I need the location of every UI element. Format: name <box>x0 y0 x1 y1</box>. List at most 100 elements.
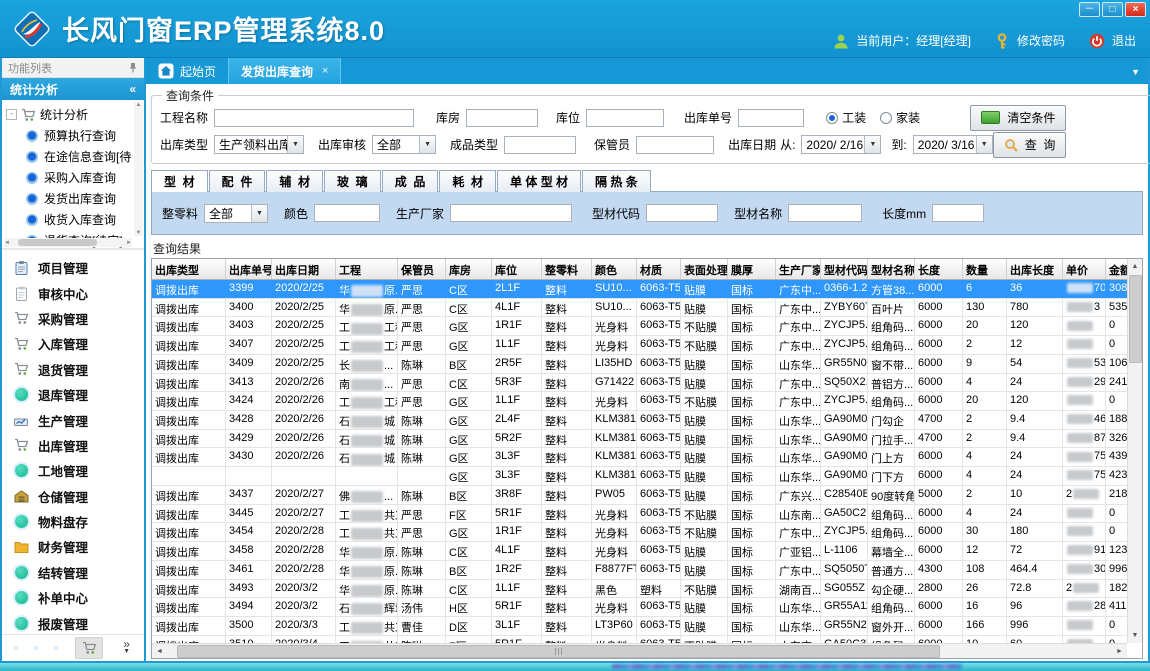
scroll-right-icon[interactable]: ► <box>1112 644 1127 659</box>
tab-list-dropdown-icon[interactable]: ▼ <box>1131 67 1140 77</box>
sidebar-item-出库管理[interactable]: 出库管理 <box>2 433 144 458</box>
sidebar-item-采购管理[interactable]: 采购管理 <box>2 306 144 331</box>
material-tab-隔热条[interactable]: 隔 热 条 <box>582 170 651 192</box>
material-tab-单体型材[interactable]: 单 体 型 材 <box>497 170 581 192</box>
table-row[interactable]: 调拨出库34002020/2/25华原...严思C区4L1F整料SU10...6… <box>152 299 1127 318</box>
horizontal-scroll-thumb[interactable] <box>177 645 940 658</box>
sidebar-item-审核中心[interactable]: 审核中心 <box>2 280 144 305</box>
clear-conditions-button[interactable]: 清空条件 <box>970 105 1066 131</box>
length-input[interactable] <box>932 204 984 222</box>
tree-horizontal-scrollbar[interactable]: ◄► <box>4 238 132 247</box>
horizontal-scrollbar[interactable]: ◄ ► <box>152 643 1127 658</box>
table-row[interactable]: 调拨出库33992020/2/25华原...严思C区2L1F整料SU10...6… <box>152 280 1127 299</box>
material-tab-成品[interactable]: 成 品 <box>382 170 439 192</box>
table-row[interactable]: 调拨出库34302020/2/26石城陈琳G区3L3F整料KLM38176063… <box>152 448 1127 467</box>
minimize-button[interactable]: － <box>1079 2 1100 17</box>
scroll-down-icon[interactable]: ▼ <box>1128 628 1143 643</box>
close-button[interactable]: × <box>1125 2 1146 17</box>
table-row[interactable]: 调拨出库34072020/2/25工工程严思G区1L1F整料光身料6063-T5… <box>152 336 1127 355</box>
keeper-input[interactable] <box>636 136 714 154</box>
dropdown-arrow-icon[interactable]: ▼ <box>287 136 303 153</box>
column-header-生产厂家[interactable]: 生产厂家 <box>776 259 821 279</box>
vertical-scrollbar[interactable]: ▲ ▼ <box>1127 259 1142 643</box>
table-row[interactable]: 调拨出库34242020/2/26工工程严思G区1L1F整料光身料6063-T5… <box>152 392 1127 411</box>
tree-item[interactable]: 预算执行查询 <box>6 125 132 146</box>
table-row[interactable]: 调拨出库34582020/2/28华原...陈琳C区4L1F整料光身料6063-… <box>152 542 1127 561</box>
tab-shipping-query[interactable]: 发货出库查询 × <box>228 58 341 84</box>
table-row[interactable]: 调拨出库34132020/2/26南...严思C区5R3F整料G71422606… <box>152 374 1127 393</box>
dropdown-arrow-icon[interactable]: ▼ <box>251 205 267 222</box>
date-to-picker[interactable]: 2020/ 3/16▼ <box>913 135 993 154</box>
whole-part-select[interactable]: 全部▼ <box>204 204 268 223</box>
color-input[interactable] <box>314 204 380 222</box>
pin-icon[interactable] <box>128 62 138 73</box>
column-header-库位[interactable]: 库位 <box>492 259 542 279</box>
table-row[interactable]: 调拨出库34032020/2/25工工程严思G区1R1F整料光身料6063-T5… <box>152 317 1127 336</box>
tree-root-statistics[interactable]: - 统计分析 <box>6 104 132 125</box>
scroll-left-icon[interactable]: ◄ <box>152 644 167 659</box>
sidebar-item-仓储管理[interactable]: 仓储管理 <box>2 484 144 509</box>
radio-gongzhuang[interactable] <box>826 112 838 124</box>
tab-home[interactable]: 起始页 <box>146 58 228 84</box>
chevron-double-icon[interactable]: »▼ <box>123 640 130 656</box>
table-row[interactable]: G区3L3F整料KLM38176063-T5贴膜国标山东华...GA90M09.… <box>152 467 1127 486</box>
material-tab-型材[interactable]: 型 材 <box>151 170 208 192</box>
table-row[interactable]: 调拨出库34942020/3/2石辉城汤伟H区5R1F整料光身料6063-T5贴… <box>152 598 1127 617</box>
sidebar-item-工地管理[interactable]: 工地管理 <box>2 458 144 483</box>
dropdown-arrow-icon[interactable]: ▼ <box>976 136 992 153</box>
change-password-link[interactable]: 修改密码 <box>1017 32 1065 49</box>
vertical-scroll-thumb[interactable] <box>1129 275 1142 363</box>
sidebar-item-补单中心[interactable]: 补单中心 <box>2 585 144 610</box>
cart-button-icon[interactable] <box>75 637 103 659</box>
column-header-单价[interactable]: 单价 <box>1063 259 1106 279</box>
project-name-input[interactable] <box>214 109 414 127</box>
table-row[interactable]: 调拨出库34932020/3/2华原...陈琳C区1L1F整料黑色塑料不贴膜国标… <box>152 580 1127 599</box>
table-row[interactable]: 调拨出库34612020/2/28华原...陈琳B区1R2F整料F8877FT6… <box>152 561 1127 580</box>
location-input[interactable] <box>586 109 664 127</box>
profile-name-input[interactable] <box>788 204 862 222</box>
sidebar-section-header[interactable]: 统计分析 « <box>2 78 144 100</box>
material-tab-辅材[interactable]: 辅 材 <box>266 170 323 192</box>
material-tab-耗材[interactable]: 耗 材 <box>439 170 496 192</box>
column-header-出库类型[interactable]: 出库类型 <box>152 259 226 279</box>
tree-item[interactable]: 发货出库查询 <box>6 188 132 209</box>
column-header-数量[interactable]: 数量 <box>963 259 1007 279</box>
material-tab-配件[interactable]: 配 件 <box>209 170 266 192</box>
column-header-表面处理[interactable]: 表面处理 <box>681 259 728 279</box>
radio-jiazhuang[interactable] <box>880 112 892 124</box>
tree-item[interactable]: 收货入库查询 <box>6 209 132 230</box>
product-type-input[interactable] <box>504 136 576 154</box>
table-row[interactable]: 调拨出库34092020/2/25长...陈琳B区2R5F整料LI35HD606… <box>152 355 1127 374</box>
sidebar-item-项目管理[interactable]: 项目管理 <box>2 255 144 280</box>
maximize-button[interactable]: □ <box>1102 2 1123 17</box>
sidebar-item-财务管理[interactable]: 财务管理 <box>2 534 144 559</box>
scroll-up-icon[interactable]: ▲ <box>1128 259 1143 274</box>
table-row[interactable]: 调拨出库34282020/2/26石城陈琳G区2L4F整料KLM38176063… <box>152 411 1127 430</box>
table-row[interactable]: 调拨出库34542020/2/28工共工程严思G区1R1F整料光身料6063-T… <box>152 523 1127 542</box>
warehouse-input[interactable] <box>466 109 538 127</box>
sidebar-item-生产管理[interactable]: 生产管理 <box>2 407 144 432</box>
dropdown-arrow-icon[interactable]: ▼ <box>419 136 435 153</box>
column-header-工程[interactable]: 工程 <box>336 259 398 279</box>
profile-code-input[interactable] <box>646 204 718 222</box>
table-row[interactable]: 调拨出库34292020/2/26石城陈琳G区5R2F整料KLM38176063… <box>152 430 1127 449</box>
sidebar-item-结转管理[interactable]: 结转管理 <box>2 560 144 585</box>
logout-link[interactable]: 退出 <box>1112 32 1136 49</box>
column-header-整零料[interactable]: 整零料 <box>542 259 592 279</box>
table-row[interactable]: 调拨出库34372020/2/27佛...陈琳B区3R8F整料PW056063-… <box>152 486 1127 505</box>
sidebar-item-退货管理[interactable]: 退货管理 <box>2 357 144 382</box>
audit-select[interactable]: 全部▼ <box>372 135 436 154</box>
column-header-长度[interactable]: 长度 <box>915 259 963 279</box>
order-no-input[interactable] <box>738 109 804 127</box>
manufacturer-input[interactable] <box>450 204 572 222</box>
column-header-型材名称[interactable]: 型材名称 <box>868 259 915 279</box>
column-header-出库长度[interactable]: 出库长度 <box>1007 259 1063 279</box>
column-header-金额[interactable]: 金额 <box>1106 259 1127 279</box>
column-header-材质[interactable]: 材质 <box>637 259 681 279</box>
material-tab-玻璃[interactable]: 玻 璃 <box>324 170 381 192</box>
column-header-保管员[interactable]: 保管员 <box>398 259 446 279</box>
out-type-select[interactable]: 生产领料出库▼ <box>214 135 304 154</box>
sidebar-item-物料盘存[interactable]: 物料盘存 <box>2 509 144 534</box>
column-header-出库日期[interactable]: 出库日期 <box>272 259 336 279</box>
tree-vertical-scrollbar[interactable]: ▲▼ <box>134 102 143 236</box>
